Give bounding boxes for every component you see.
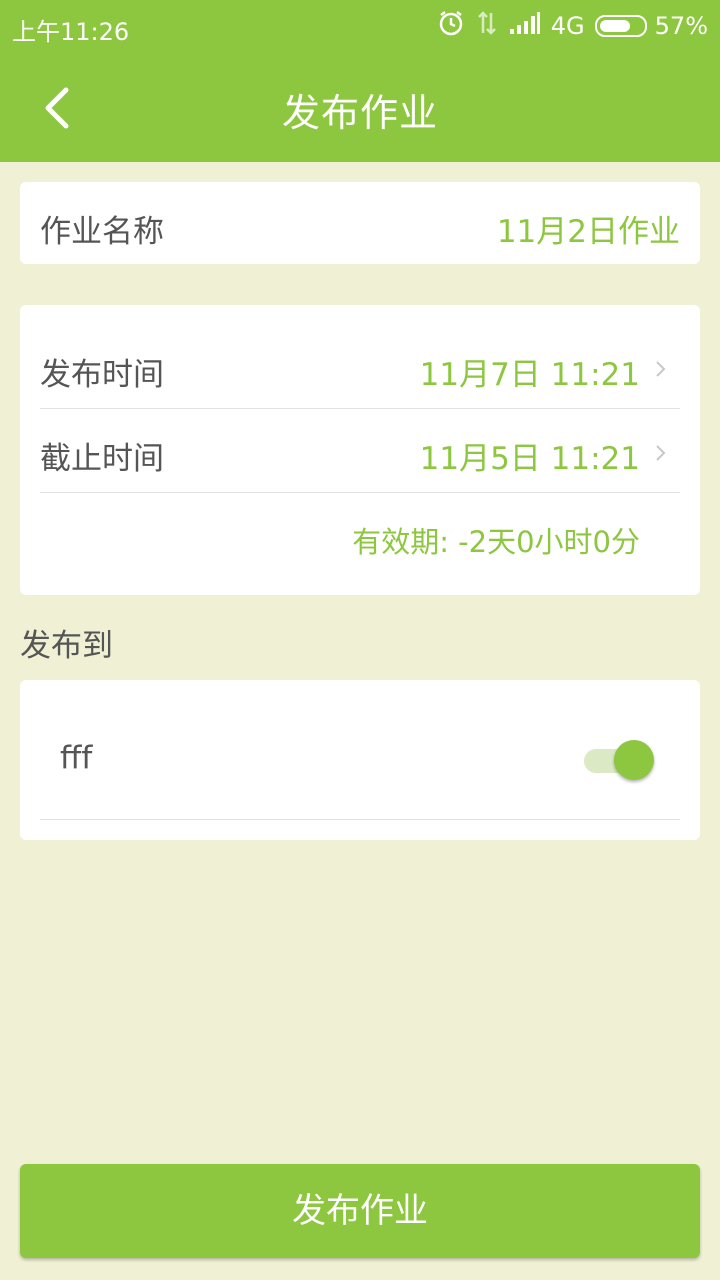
status-time: 上午11:26 (12, 18, 130, 46)
publish-button[interactable]: 发布作业 (20, 1164, 700, 1258)
battery-percent: 57% (654, 12, 708, 40)
battery-indicator: 57% (594, 12, 708, 40)
divider (40, 819, 680, 820)
time-settings-card: 发布时间 11月7日 11:21 截止时间 11月5日 11:21 有效期: -… (20, 305, 700, 595)
network-type: 4G (550, 12, 585, 40)
homework-name-card[interactable]: 作业名称 11月2日作业 (20, 182, 700, 264)
publish-time-value: 11月7日 11:21 (419, 357, 640, 393)
publish-to-label: 发布到 (20, 628, 113, 664)
deadline-row[interactable]: 截止时间 11月5日 11:21 (40, 433, 680, 477)
homework-name-label: 作业名称 (40, 214, 164, 250)
status-icons: 4G 57% (437, 10, 708, 42)
battery-icon (594, 15, 647, 37)
divider (40, 492, 680, 493)
alarm-icon (437, 9, 465, 43)
publish-time-label: 发布时间 (40, 357, 164, 393)
publish-to-card: fff (20, 680, 700, 840)
page-title: 发布作业 (281, 91, 438, 135)
title-bar: 发布作业 (0, 52, 720, 162)
toggle-knob (614, 740, 654, 780)
chevron-right-icon (656, 361, 666, 377)
publish-time-row[interactable]: 发布时间 11月7日 11:21 (40, 349, 680, 393)
deadline-label: 截止时间 (40, 441, 164, 477)
class-item[interactable]: fff (40, 680, 680, 819)
homework-name-row[interactable]: 作业名称 11月2日作业 (40, 206, 680, 250)
data-arrows-icon (475, 9, 499, 43)
chevron-right-icon (656, 445, 666, 461)
homework-name-value: 11月2日作业 (496, 214, 680, 250)
deadline-value: 11月5日 11:21 (419, 441, 640, 477)
class-name: fff (60, 740, 93, 776)
divider (40, 408, 680, 409)
signal-icon (509, 11, 541, 41)
class-toggle[interactable] (584, 740, 654, 780)
status-bar: 上午11:26 4G 57% (0, 0, 720, 52)
validity-text: 有效期: -2天0小时0分 (352, 525, 640, 559)
